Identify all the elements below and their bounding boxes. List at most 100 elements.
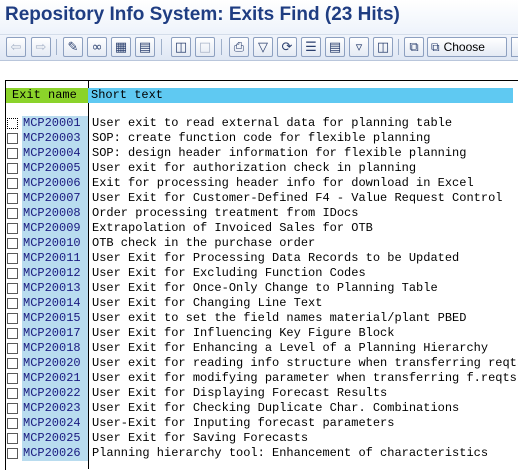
table-row[interactable]: MCP20006 Exit for processing header info …	[0, 176, 518, 191]
refresh-icon[interactable]: ⟳	[277, 37, 297, 57]
table-row[interactable]: MCP20024 User-Exit for Inputing forecast …	[0, 416, 518, 431]
exit-name-cell[interactable]: MCP20011	[22, 251, 88, 266]
row-checkbox[interactable]	[7, 298, 18, 309]
back-arrow-icon[interactable]: ⇦	[6, 37, 26, 57]
table-row[interactable]: MCP20007 User Exit for Customer-Defined F…	[0, 191, 518, 206]
short-text-cell: User Exit for Once-Only Change to Planni…	[92, 281, 438, 295]
exit-name-cell[interactable]: MCP20013	[22, 281, 88, 296]
copy-icon[interactable]: ⧉	[404, 37, 424, 57]
exit-name-cell[interactable]: MCP20001	[22, 116, 88, 131]
row-checkbox[interactable]	[7, 268, 18, 279]
exit-name-cell[interactable]: MCP20018	[22, 341, 88, 356]
row-checkbox[interactable]	[7, 433, 18, 444]
row-checkbox[interactable]	[7, 418, 18, 429]
table-row[interactable]: MCP20026 Planning hierarchy tool: Enhance…	[0, 446, 518, 461]
exit-name-cell[interactable]: MCP20014	[22, 296, 88, 311]
row-checkbox[interactable]	[7, 388, 18, 399]
toolbar-separator	[398, 39, 399, 55]
hierarchy-icon[interactable]: ▦	[111, 37, 131, 57]
exit-name-cell[interactable]: MCP20007	[22, 191, 88, 206]
table-row[interactable]: MCP20023 User Exit for Checking Duplicate…	[0, 401, 518, 416]
table-row[interactable]: MCP20013 User Exit for Once-Only Change t…	[0, 281, 518, 296]
row-checkbox[interactable]	[7, 163, 18, 174]
row-checkbox[interactable]	[7, 148, 18, 159]
table-row[interactable]: MCP20012 User Exit for Excluding Function…	[0, 266, 518, 281]
toolbar-separator	[221, 39, 222, 55]
column-header-short-text[interactable]: Short text	[91, 88, 163, 103]
window-icon[interactable]: □	[195, 37, 215, 57]
table-row[interactable]: MCP20015 User exit to set the field names…	[0, 311, 518, 326]
row-checkbox[interactable]	[7, 238, 18, 249]
printer-icon[interactable]: ⎙	[229, 37, 249, 57]
column-header-exit-name[interactable]: Exit name	[6, 88, 88, 103]
pencil-icon[interactable]: ✎	[63, 37, 83, 57]
table-row[interactable]: MCP20018 User Exit for Enhancing a Level …	[0, 341, 518, 356]
exit-name-cell[interactable]: MCP20025	[22, 431, 88, 446]
row-checkbox[interactable]	[7, 403, 18, 414]
row-checkbox[interactable]	[7, 328, 18, 339]
row-checkbox[interactable]	[7, 253, 18, 264]
exit-name-cell[interactable]: MCP20012	[22, 266, 88, 281]
row-checkbox[interactable]	[7, 208, 18, 219]
row-checkbox[interactable]	[7, 223, 18, 234]
choose-icon: ⧉	[431, 39, 440, 54]
filter-funnel-icon[interactable]: ▽	[253, 37, 273, 57]
table-row[interactable]: MCP20010 OTB check in the purchase order	[0, 236, 518, 251]
more-button[interactable]	[511, 37, 518, 57]
row-checkbox[interactable]	[7, 343, 18, 354]
row-checkbox[interactable]	[7, 283, 18, 294]
short-text-cell: User Exit for Changing Line Text	[92, 296, 323, 310]
row-checkbox[interactable]	[7, 373, 18, 384]
row-checkbox[interactable]	[7, 313, 18, 324]
exit-name-cell[interactable]: MCP20004	[22, 146, 88, 161]
exit-name-cell[interactable]: MCP20026	[22, 446, 88, 461]
row-checkbox[interactable]	[7, 178, 18, 189]
row-checkbox[interactable]	[7, 118, 18, 129]
table-row[interactable]: MCP20014 User Exit for Changing Line Text	[0, 296, 518, 311]
table-row[interactable]: MCP20021 User exit for modifying paramete…	[0, 371, 518, 386]
sort-icon[interactable]: ◫	[373, 37, 393, 57]
short-text-cell: User exit for authorization check in pla…	[92, 161, 417, 175]
exit-name-cell[interactable]: MCP20020	[22, 356, 88, 371]
table-row[interactable]: MCP20003 SOP: create function code for fl…	[0, 131, 518, 146]
exit-name-cell[interactable]: MCP20006	[22, 176, 88, 191]
toolbar-separator	[161, 39, 162, 55]
table-row[interactable]: MCP20022 User Exit for Displaying Forecas…	[0, 386, 518, 401]
table-row[interactable]: MCP20020 User exit for reading info struc…	[0, 356, 518, 371]
exit-name-cell[interactable]: MCP20021	[22, 371, 88, 386]
short-text-cell: User Exit for Checking Duplicate Char. C…	[92, 401, 460, 415]
choose-button[interactable]: ⧉ Choose	[427, 37, 507, 57]
table-row[interactable]: MCP20004 SOP: design header information f…	[0, 146, 518, 161]
filter-icon[interactable]: ▿	[349, 37, 369, 57]
table-row[interactable]: MCP20005 User exit for authorization chec…	[0, 161, 518, 176]
forward-arrow-icon[interactable]: ⇨	[31, 37, 51, 57]
row-checkbox[interactable]	[7, 358, 18, 369]
application-toolbar: ⇦ ⇨ ✎ ∞ ▦ ▤ ◫ □ ⎙ ▽ ⟳ ☰ ▤ ▿ ◫ ⧉ ⧉ Choose	[0, 35, 518, 61]
row-checkbox[interactable]	[7, 448, 18, 459]
exit-name-cell[interactable]: MCP20010	[22, 236, 88, 251]
exit-name-cell[interactable]: MCP20009	[22, 221, 88, 236]
toolbar-separator	[56, 39, 57, 55]
table-row[interactable]: MCP20011 User Exit for Processing Data Re…	[0, 251, 518, 266]
list-icon[interactable]: ☰	[301, 37, 321, 57]
table-row[interactable]: MCP20009 Extrapolation of Invoiced Sales …	[0, 221, 518, 236]
row-checkbox[interactable]	[7, 193, 18, 204]
exit-name-cell[interactable]: MCP20023	[22, 401, 88, 416]
exit-name-cell[interactable]: MCP20005	[22, 161, 88, 176]
exit-name-cell[interactable]: MCP20003	[22, 131, 88, 146]
tree-icon[interactable]: ▤	[135, 37, 155, 57]
table-row[interactable]: MCP20025 User Exit for Saving Forecasts	[0, 431, 518, 446]
table-row[interactable]: MCP20001 User exit to read external data …	[0, 116, 518, 131]
exit-name-cell[interactable]: MCP20024	[22, 416, 88, 431]
table-row[interactable]: MCP20017 User Exit for Influencing Key Fi…	[0, 326, 518, 341]
exit-name-cell[interactable]: MCP20015	[22, 311, 88, 326]
glasses-icon[interactable]: ∞	[87, 37, 107, 57]
document-icon[interactable]: ▤	[325, 37, 345, 57]
exit-name-cell[interactable]: MCP20022	[22, 386, 88, 401]
short-text-cell: SOP: create function code for flexible p…	[92, 131, 431, 145]
exit-name-cell[interactable]: MCP20017	[22, 326, 88, 341]
table-row[interactable]: MCP20008 Order processing treatment from …	[0, 206, 518, 221]
exit-name-cell[interactable]: MCP20008	[22, 206, 88, 221]
display-icon[interactable]: ◫	[171, 37, 191, 57]
row-checkbox[interactable]	[7, 133, 18, 144]
